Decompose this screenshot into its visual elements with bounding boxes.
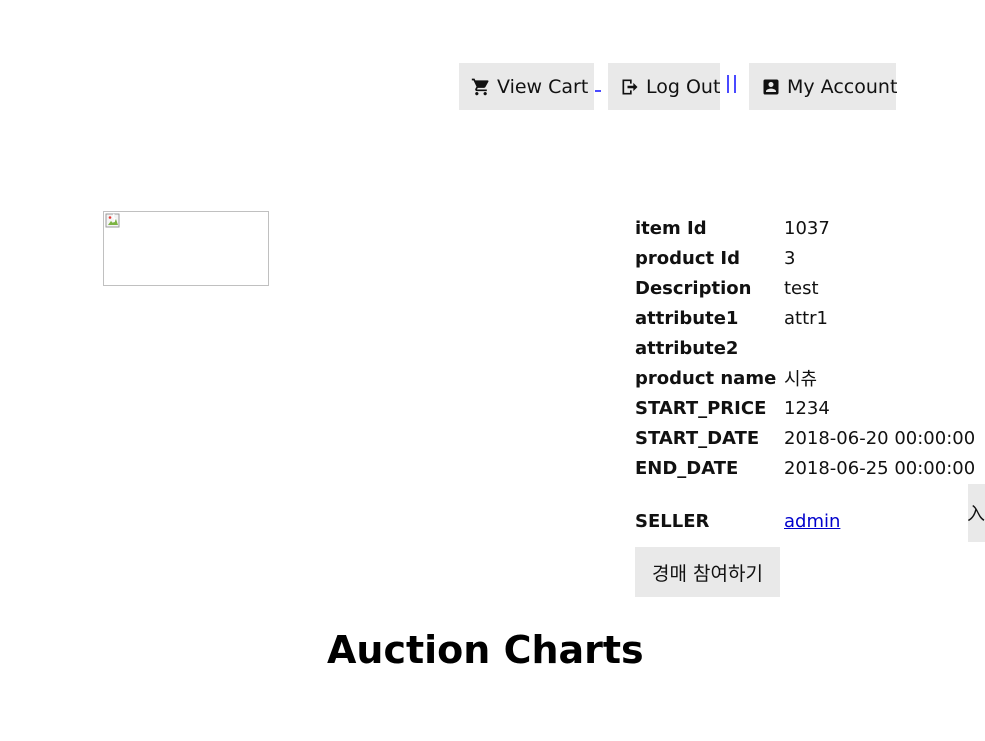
- logout-icon: [620, 77, 640, 97]
- my-account-button[interactable]: My Account: [749, 63, 898, 110]
- side-tab-button[interactable]: 入: [968, 484, 985, 542]
- view-cart-button[interactable]: View Cart: [459, 63, 594, 110]
- shopping-cart-icon: [471, 77, 491, 97]
- field-key: product name: [635, 367, 777, 389]
- separator: [734, 75, 736, 93]
- seller-link[interactable]: admin: [784, 511, 840, 532]
- field-key: Description: [635, 277, 752, 299]
- product-image: [103, 211, 269, 286]
- table-row: START_DATE 2018-06-20 00:00:00: [633, 423, 977, 453]
- seller-key: SELLER: [635, 510, 710, 532]
- field-key: item Id: [635, 217, 707, 239]
- field-key: attribute1: [635, 307, 739, 329]
- seller-row: SELLER admin: [633, 483, 977, 551]
- separator: [727, 75, 729, 93]
- field-key: attribute2: [635, 337, 739, 359]
- separator: [595, 90, 601, 92]
- field-value: 3: [784, 247, 796, 269]
- field-value: 2018-06-20 00:00:00: [784, 427, 976, 449]
- field-value: 1037: [784, 217, 830, 239]
- table-row: product Id 3: [633, 243, 977, 273]
- field-key: END_DATE: [635, 457, 739, 479]
- join-auction-button[interactable]: 경매 참여하기: [635, 547, 780, 597]
- field-key: START_DATE: [635, 427, 760, 449]
- table-row: START_PRICE 1234: [633, 393, 977, 423]
- field-key: product Id: [635, 247, 740, 269]
- field-value: 시츄: [784, 369, 818, 390]
- table-row: END_DATE 2018-06-25 00:00:00: [633, 453, 977, 483]
- table-row: item Id 1037: [633, 213, 977, 243]
- log-out-button[interactable]: Log Out: [608, 63, 720, 110]
- my-account-label: My Account: [787, 75, 898, 98]
- field-value: 2018-06-25 00:00:00: [784, 457, 976, 479]
- account-box-icon: [761, 77, 781, 97]
- log-out-label: Log Out: [646, 75, 721, 98]
- table-row: attribute2: [633, 333, 977, 363]
- field-value: 1234: [784, 397, 830, 419]
- table-row: product name 시츄: [633, 363, 977, 393]
- view-cart-label: View Cart: [497, 75, 589, 98]
- auction-charts-heading: Auction Charts: [327, 628, 644, 672]
- field-value: attr1: [784, 307, 828, 329]
- field-value: test: [784, 277, 819, 299]
- field-value: [782, 333, 977, 363]
- broken-image-icon: [105, 213, 120, 228]
- table-row: attribute1 attr1: [633, 303, 977, 333]
- table-row: Description test: [633, 273, 977, 303]
- field-key: START_PRICE: [635, 397, 767, 419]
- item-details-table: item Id 1037 product Id 3 Description te…: [633, 213, 977, 551]
